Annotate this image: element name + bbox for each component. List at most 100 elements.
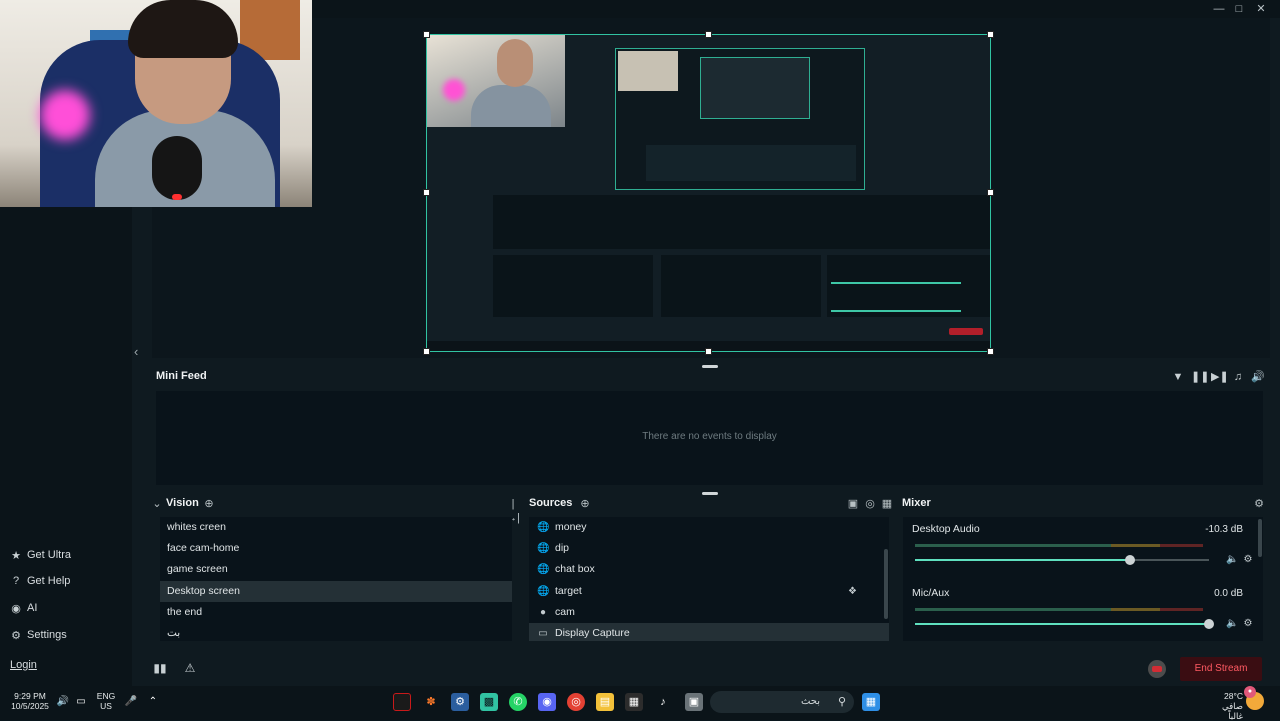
- vision-item[interactable]: whites creen: [160, 517, 512, 538]
- scene-preview-source[interactable]: [426, 34, 991, 352]
- webcam-overlay: [0, 0, 312, 207]
- streamlabs-icon[interactable]: ▩: [480, 693, 498, 711]
- chevron-up-icon[interactable]: ⌃: [146, 695, 160, 709]
- sidebar-item-label: AI: [27, 602, 38, 614]
- resize-handle[interactable]: [987, 189, 994, 196]
- speaker-icon[interactable]: 🔈: [1226, 554, 1238, 566]
- pause-icon[interactable]: ❚❚: [1191, 370, 1209, 384]
- vision-item-selected[interactable]: Desktop screen: [160, 580, 512, 602]
- resize-handle[interactable]: [987, 348, 994, 355]
- tiktok-icon[interactable]: ♪: [654, 693, 672, 711]
- sidebar-item-ai[interactable]: ◉ AI: [10, 598, 37, 618]
- sources-scrollbar[interactable]: [884, 549, 888, 619]
- mixer-channel-db: 0.0 dB: [1214, 588, 1243, 599]
- source-visibility-icon[interactable]: ◎: [863, 497, 877, 511]
- resize-handle[interactable]: [705, 31, 712, 38]
- microphone-tray-icon[interactable]: 🎤: [124, 695, 138, 709]
- source-label: cam: [555, 605, 575, 618]
- notification-badge-icon: ●: [1244, 686, 1256, 698]
- settings-app-icon[interactable]: ⚙: [451, 693, 469, 711]
- maximize-button[interactable]: □: [1230, 2, 1248, 16]
- channel-settings-icon[interactable]: ⚙: [1242, 554, 1254, 566]
- chrome-icon[interactable]: ◎: [567, 693, 585, 711]
- mini-feed-title: Mini Feed: [156, 370, 207, 382]
- lang-code: ENG: [96, 691, 116, 701]
- minimize-button[interactable]: —: [1210, 2, 1228, 16]
- hidden-eye-icon[interactable]: ❖: [848, 581, 857, 602]
- taskbar-search[interactable]: بحث ⚲: [710, 691, 854, 713]
- chevron-down-icon[interactable]: ⌄: [152, 497, 162, 511]
- folder-app-icon[interactable]: ▤: [596, 693, 614, 711]
- mixer-scrollbar[interactable]: [1258, 519, 1262, 557]
- weather-condition: صافي غالباً: [1222, 701, 1243, 721]
- vision-item[interactable]: face cam-home: [160, 538, 512, 559]
- store-icon[interactable]: ▦: [625, 693, 643, 711]
- collapse-sidebar-icon[interactable]: ‹: [134, 344, 138, 359]
- source-item-selected[interactable]: ▭ Display Capture: [529, 622, 889, 641]
- vision-item[interactable]: the end: [160, 602, 512, 623]
- source-item[interactable]: 🌐 money: [529, 517, 889, 538]
- vision-item[interactable]: game screen: [160, 559, 512, 580]
- source-label: target: [555, 584, 582, 597]
- sidebar-item-settings[interactable]: ⚙ Settings: [10, 625, 67, 645]
- app-icon-flame[interactable]: ✽: [422, 693, 440, 711]
- preview-slider: [831, 282, 961, 284]
- mixer-settings-icon[interactable]: ⚙: [1252, 497, 1266, 511]
- mute-alerts-icon[interactable]: ♫: [1231, 370, 1245, 384]
- alert-icon[interactable]: ⚠: [182, 660, 198, 676]
- end-stream-button[interactable]: End Stream: [1180, 657, 1262, 681]
- speaker-tray-icon[interactable]: 🔊: [56, 695, 70, 709]
- webcam-icon: ●: [539, 606, 547, 618]
- source-label: dip: [555, 542, 570, 555]
- login-link[interactable]: Login: [10, 655, 37, 675]
- volume-slider[interactable]: [915, 555, 1209, 565]
- sidebar-item-label: Settings: [27, 629, 67, 641]
- panel-resize-handle[interactable]: [702, 492, 718, 495]
- add-scene-icon[interactable]: ⊕: [202, 497, 216, 511]
- resize-handle[interactable]: [423, 31, 430, 38]
- clock[interactable]: 9:29 PM 10/5/2025: [10, 691, 50, 711]
- skip-icon[interactable]: ▶❚: [1211, 370, 1229, 384]
- add-source-icon[interactable]: ⊕: [578, 497, 592, 511]
- volume-slider[interactable]: [915, 619, 1214, 629]
- language-indicator[interactable]: ENG US: [96, 691, 116, 711]
- weather-widget[interactable]: 28°C صافي غالباً: [1213, 691, 1243, 721]
- discord-icon[interactable]: ◉: [538, 693, 556, 711]
- network-tray-icon[interactable]: ▭: [74, 695, 88, 709]
- resize-handle[interactable]: [423, 189, 430, 196]
- whatsapp-icon[interactable]: ✆: [509, 693, 527, 711]
- clock-date: 10/5/2025: [11, 701, 49, 711]
- vision-item[interactable]: بت: [160, 623, 512, 641]
- folder-icon[interactable]: ▦: [880, 497, 894, 511]
- temperature: 28°C: [1224, 691, 1243, 701]
- search-icon: ⚲: [837, 696, 846, 708]
- source-filter-icon[interactable]: ▣: [846, 497, 860, 511]
- channel-settings-icon[interactable]: ⚙: [1242, 618, 1254, 630]
- source-item[interactable]: 🌐 dip: [529, 538, 889, 559]
- volume-icon[interactable]: 🔊: [1251, 370, 1265, 384]
- stats-icon[interactable]: ▮▮: [152, 660, 168, 676]
- sidebar-item-get-ultra[interactable]: ★ Get Ultra: [10, 545, 71, 565]
- app-icon-red[interactable]: [393, 693, 411, 711]
- close-button[interactable]: ✕: [1252, 2, 1270, 16]
- volume-slider-knob[interactable]: [1124, 555, 1135, 565]
- scene-collapse-icon[interactable]: |↔|: [506, 497, 520, 524]
- source-label: Display Capture: [555, 626, 630, 639]
- sidebar-item-get-help[interactable]: ? Get Help: [10, 571, 70, 591]
- source-item[interactable]: ● cam: [529, 602, 889, 623]
- record-button[interactable]: [1148, 660, 1166, 678]
- resize-handle[interactable]: [987, 31, 994, 38]
- sources-title: Sources: [529, 497, 573, 509]
- source-item[interactable]: 🌐 chat box: [529, 559, 889, 580]
- resize-handle[interactable]: [705, 348, 712, 355]
- volume-slider-knob[interactable]: [1204, 619, 1214, 629]
- windows-start-icon[interactable]: ▦: [862, 693, 880, 711]
- filter-icon[interactable]: ▼: [1171, 370, 1185, 384]
- resize-handle[interactable]: [423, 348, 430, 355]
- speaker-icon[interactable]: 🔈: [1226, 618, 1238, 630]
- preview-nested-capture: [615, 48, 865, 190]
- source-item[interactable]: 🌐 target ❖: [529, 581, 889, 602]
- eye-icon: ◉: [11, 602, 21, 615]
- ultra-icon: ★: [11, 549, 21, 562]
- window-app-icon[interactable]: ▣: [685, 693, 703, 711]
